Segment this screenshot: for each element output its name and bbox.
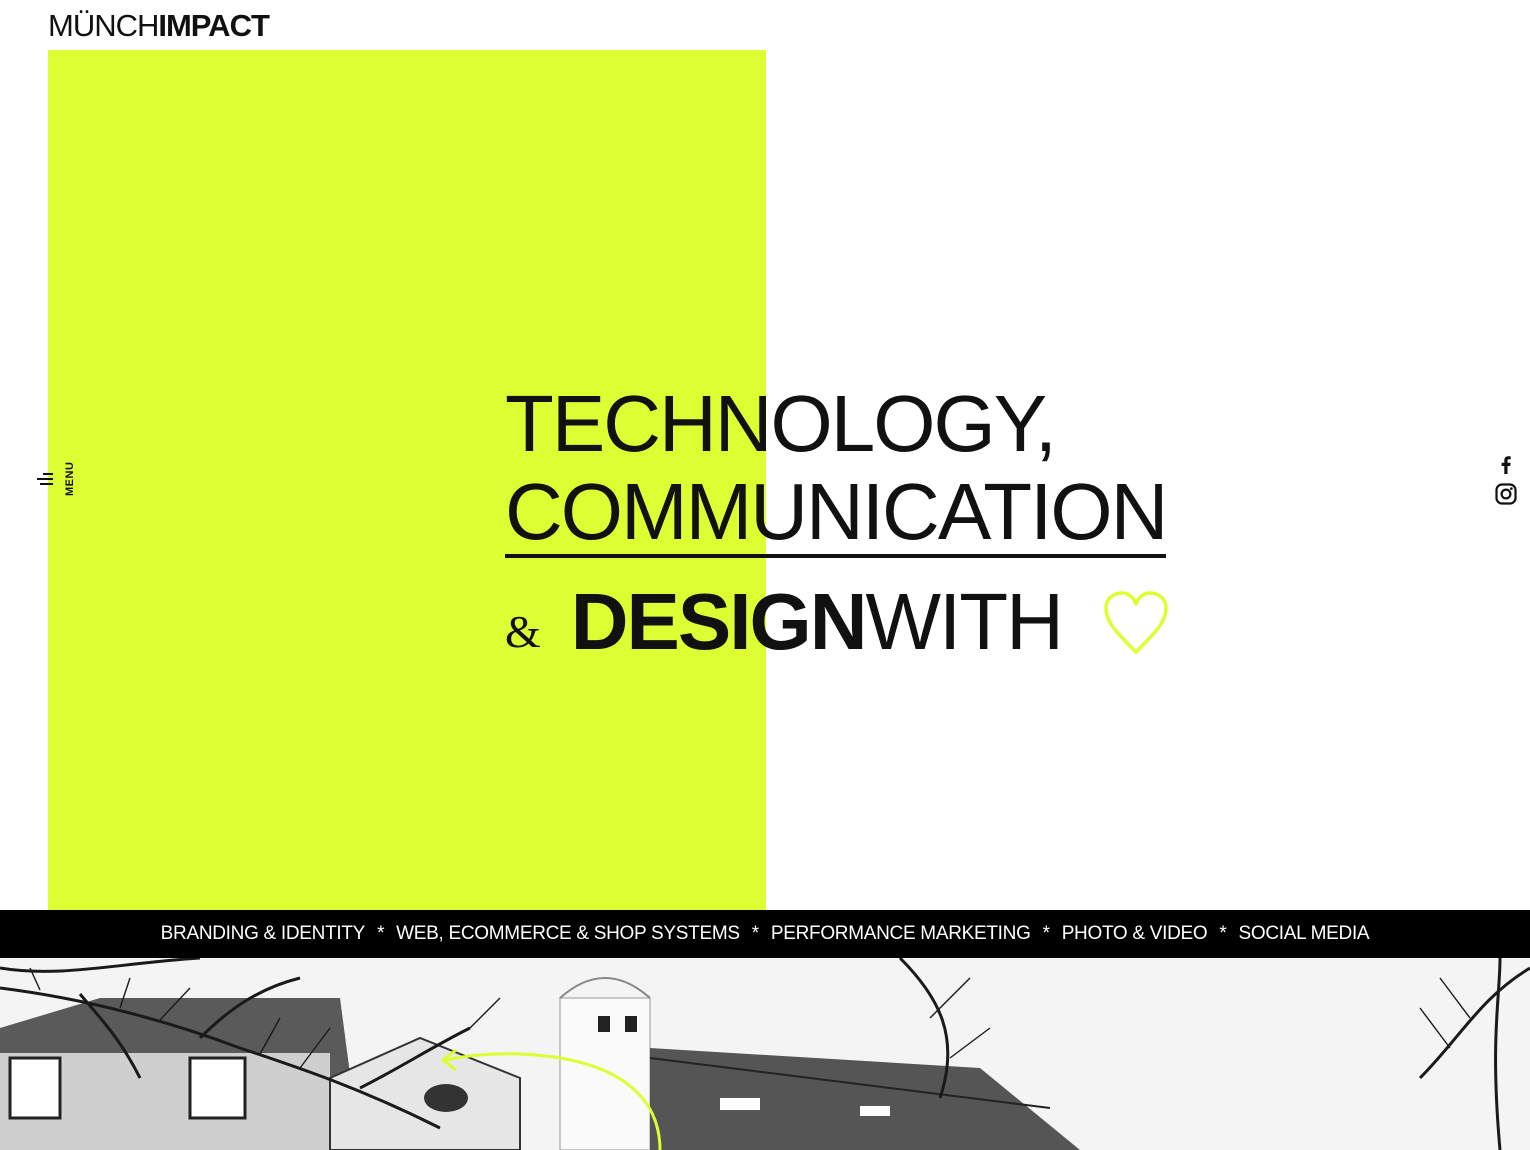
ticker-separator: * — [377, 923, 385, 944]
ticker-item[interactable]: WEB, ECOMMERCE & SHOP SYSTEMS — [396, 923, 740, 945]
ticker-item[interactable]: SOCIAL MEDIA — [1238, 923, 1369, 945]
ampersand: & — [505, 606, 541, 657]
headline-design-word: DESIGN — [570, 577, 868, 666]
heart-icon — [1104, 591, 1168, 654]
social-links — [1494, 452, 1520, 512]
hamburger-icon — [37, 473, 53, 485]
instagram-link[interactable] — [1494, 482, 1518, 506]
building-photo — [0, 958, 1530, 1150]
ticker-item[interactable]: PHOTO & VIDEO — [1062, 923, 1208, 945]
instagram-icon — [1495, 483, 1517, 505]
headline-line-2: COMMUNICATION — [505, 467, 1168, 558]
ticker-separator: * — [1042, 923, 1050, 944]
menu-label: MENU — [64, 461, 76, 496]
logo-bold-text: IMPACT — [158, 8, 270, 43]
ticker-separator: * — [1219, 923, 1227, 944]
ticker-separator: * — [751, 923, 759, 944]
building-photo-image — [0, 958, 1530, 1150]
menu-toggle[interactable]: MENU — [34, 458, 84, 498]
headline-line-1: TECHNOLOGY, — [505, 379, 1057, 468]
headline-with-word: WITH — [865, 577, 1064, 666]
logo-light-text: MÜNCH — [48, 8, 159, 43]
ticker-item[interactable]: PERFORMANCE MARKETING — [771, 923, 1031, 945]
brand-logo[interactable]: MÜNCHIMPACT — [48, 8, 270, 44]
facebook-icon — [1501, 456, 1511, 474]
headline-line-3: & DESIGN WITH — [505, 566, 1170, 678]
facebook-link[interactable] — [1494, 452, 1518, 476]
services-ticker: BRANDING & IDENTITY * WEB, ECOMMERCE & S… — [0, 910, 1530, 958]
hero-headline: TECHNOLOGY, COMMUNICATION & DESIGN WITH — [505, 378, 1170, 678]
ticker-item[interactable]: BRANDING & IDENTITY — [161, 923, 366, 945]
